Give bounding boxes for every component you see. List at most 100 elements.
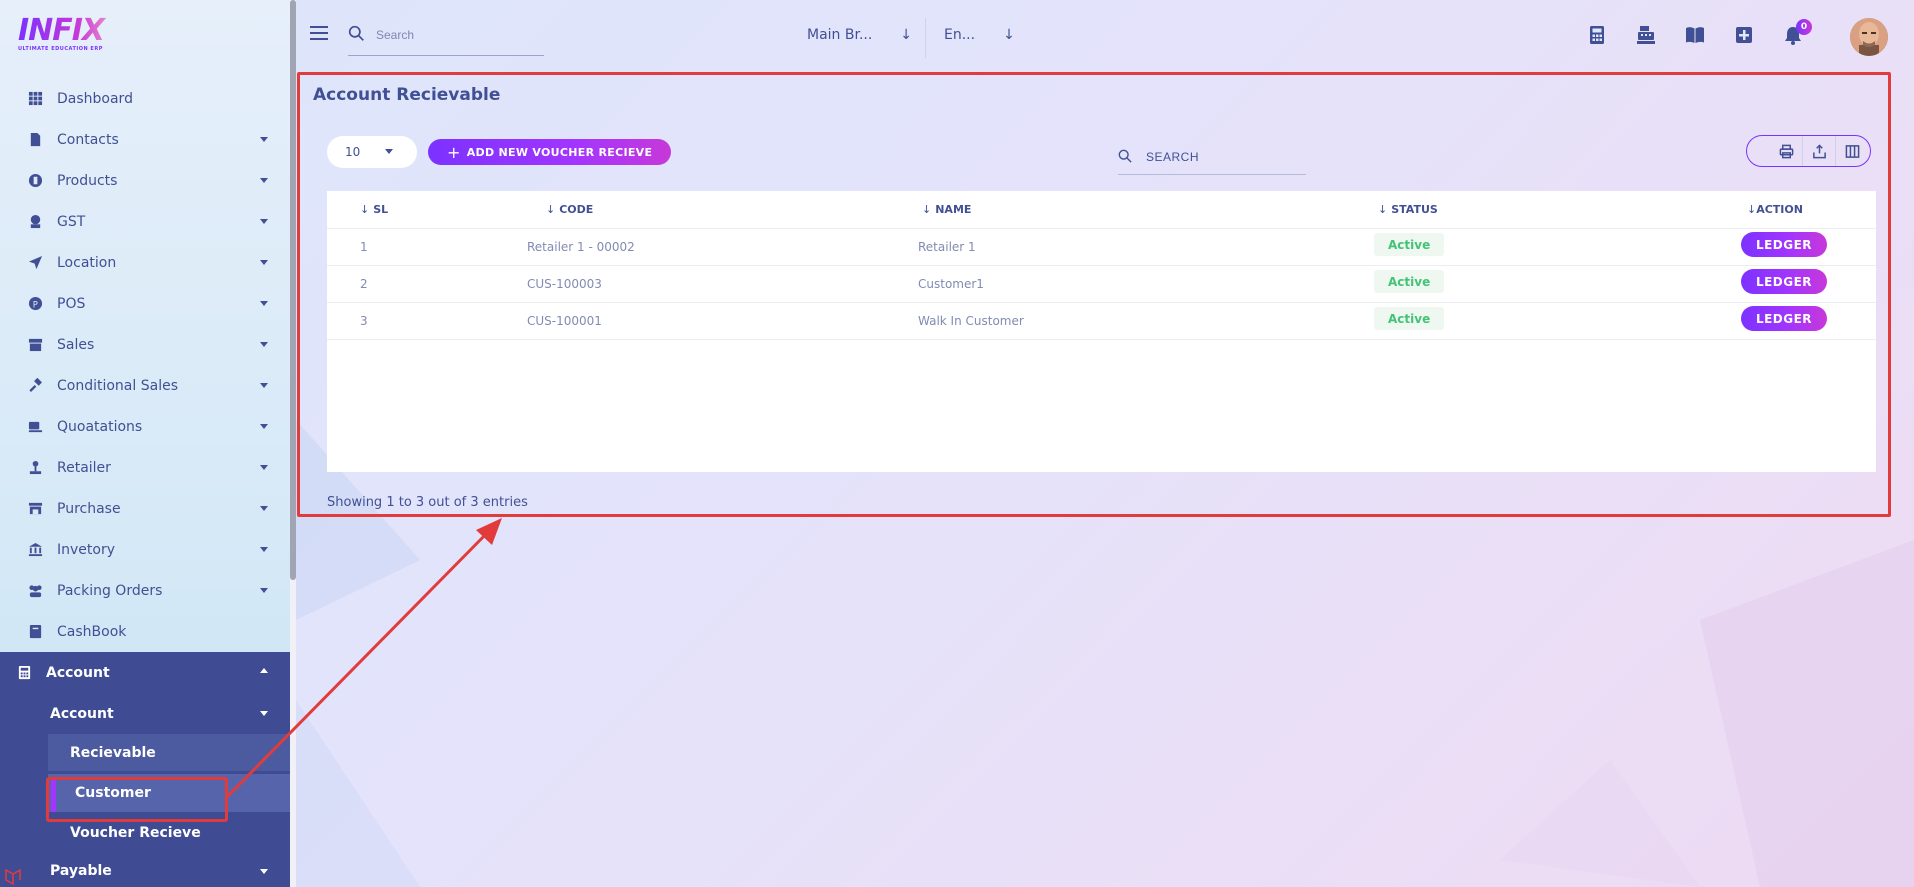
tool-divider (1835, 136, 1836, 166)
cell-sl: 2 (360, 277, 368, 291)
entries-info: Showing 1 to 3 out of 3 entries (327, 495, 528, 510)
svg-text:P: P (32, 299, 37, 309)
sidebar-item-label: Voucher Recieve (70, 825, 201, 841)
sidebar-item-location[interactable]: Location (0, 242, 290, 283)
users-icon (27, 583, 43, 599)
app-logo[interactable]: INFIX ULTIMATE EDUCATION ERP (18, 14, 118, 58)
open-book-icon[interactable] (1684, 24, 1706, 46)
columns-icon (1845, 144, 1859, 158)
sidebar-item-label: Location (57, 254, 117, 271)
sidebar-item-products[interactable]: Products (0, 160, 290, 201)
column-header-code[interactable]: ↓ CODE (546, 203, 593, 216)
sidebar-item-pos[interactable]: P POS (0, 283, 290, 324)
gavel-icon (27, 378, 43, 394)
column-label: ACTION (1756, 203, 1803, 216)
ledger-button[interactable]: LEDGER (1741, 306, 1827, 331)
chevron-down-icon (260, 219, 268, 224)
sidebar-item-gst[interactable]: GST (0, 201, 290, 242)
ledger-button[interactable]: LEDGER (1741, 232, 1827, 257)
chevron-down-icon (260, 137, 268, 142)
arrow-down-icon: ↓ (1003, 27, 1015, 43)
column-header-action[interactable]: ↓ACTION (1747, 203, 1803, 216)
chevron-down-icon (260, 547, 268, 552)
arrow-down-icon: ↓ (900, 27, 913, 43)
sidebar-item-label: GST (57, 213, 86, 230)
page-title: Account Recievable (313, 85, 501, 105)
sidebar-item-label: Sales (57, 336, 95, 353)
language-value: En... (944, 27, 976, 43)
table-search-input[interactable] (1146, 147, 1296, 167)
topbar-divider (925, 18, 926, 58)
sidebar-item-account[interactable]: Account (0, 652, 290, 693)
cell-name: Walk In Customer (918, 314, 1024, 328)
sidebar-item-payable[interactable]: Payable (0, 851, 290, 887)
sidebar-subitem-recievable[interactable]: Recievable (48, 734, 290, 771)
book-icon (27, 624, 43, 640)
add-new-voucher-button[interactable]: + ADD NEW VOUCHER RECIEVE (428, 139, 672, 165)
sidebar-item-label: Payable (50, 863, 112, 879)
sidebar-item-retailer[interactable]: Retailer (0, 447, 290, 488)
branch-value: Main Br... (807, 27, 873, 43)
sidebar-item-label: CashBook (57, 623, 127, 640)
sidebar-item-label: Purchase (57, 500, 121, 517)
status-badge: Active (1374, 270, 1445, 293)
branch-select[interactable]: Main Br... ↓ (807, 24, 912, 46)
chevron-down-icon (260, 342, 268, 347)
gst-badge-icon (27, 214, 43, 230)
sort-arrow-icon: ↓ (546, 203, 556, 216)
chevron-down-icon (260, 869, 268, 874)
column-header-sl[interactable]: ↓ SL (360, 203, 388, 216)
topbar: Main Br... ↓ En... ↓ 0 (298, 0, 1914, 70)
chevron-down-icon (260, 506, 268, 511)
sidebar-item-contacts[interactable]: Contacts (0, 119, 290, 160)
chevron-down-icon (385, 149, 393, 154)
export-button[interactable] (1807, 139, 1831, 163)
status-badge: Active (1374, 307, 1445, 330)
sidebar-item-cashbook[interactable]: CashBook (0, 611, 290, 652)
table-row: 2 CUS-100003 Customer1 Active LEDGER (327, 266, 1876, 303)
chevron-down-icon (260, 424, 268, 429)
cash-register-icon[interactable] (1635, 24, 1657, 46)
sidebar-item-conditional-sales[interactable]: Conditional Sales (0, 365, 290, 406)
columns-button[interactable] (1840, 139, 1864, 163)
sidebar-scrollbar[interactable] (290, 0, 296, 887)
scrollbar-thumb[interactable] (290, 0, 296, 580)
notification-bell-icon[interactable]: 0 (1782, 19, 1812, 46)
language-select[interactable]: En... ↓ (944, 24, 1015, 46)
add-box-icon[interactable] (1733, 24, 1755, 46)
per-page-select[interactable]: 10 (327, 136, 417, 168)
sidebar-item-label: Products (57, 172, 118, 189)
sort-arrow-icon: ↓ (360, 203, 370, 216)
sort-arrow-icon: ↓ (1378, 203, 1388, 216)
cell-code: CUS-100001 (527, 314, 602, 328)
column-header-name[interactable]: ↓ NAME (922, 203, 971, 216)
account-recievable-panel: Account Recievable 10 + ADD NEW VOUCHER … (297, 72, 1891, 517)
sidebar-item-label: Account (50, 705, 114, 722)
export-icon (1812, 143, 1826, 158)
laravel-logo-icon (5, 868, 21, 886)
table-header: ↓ SL ↓ CODE ↓ NAME ↓ STATUS ↓ACTION (327, 191, 1876, 229)
chevron-down-icon (260, 260, 268, 265)
sidebar-subitem-account[interactable]: Account (0, 693, 290, 734)
chevron-down-icon (260, 711, 268, 716)
chevron-down-icon (260, 588, 268, 593)
ledger-button[interactable]: LEDGER (1741, 269, 1827, 294)
sidebar-item-sales[interactable]: Sales (0, 324, 290, 365)
sidebar-item-packing-orders[interactable]: Packing Orders (0, 570, 290, 611)
sidebar-item-invetory[interactable]: Invetory (0, 529, 290, 570)
table-tools (1746, 135, 1871, 167)
search-input[interactable] (376, 22, 536, 48)
avatar[interactable] (1850, 18, 1888, 56)
print-button[interactable] (1774, 139, 1798, 163)
sidebar-item-purchase[interactable]: Purchase (0, 488, 290, 529)
table-row: 3 CUS-100001 Walk In Customer Active LED… (327, 303, 1876, 340)
sidebar-item-label: Retailer (57, 459, 111, 476)
calculator-icon[interactable] (1586, 24, 1608, 46)
sidebar-item-quoatations[interactable]: Quoatations (0, 406, 290, 447)
sidebar-item-dashboard[interactable]: Dashboard (0, 78, 290, 119)
column-header-status[interactable]: ↓ STATUS (1378, 203, 1438, 216)
bank-icon (27, 542, 43, 558)
cell-name: Customer1 (918, 277, 984, 291)
recievable-submenu: Recievable (48, 734, 290, 771)
menu-toggle-icon[interactable] (310, 26, 328, 40)
